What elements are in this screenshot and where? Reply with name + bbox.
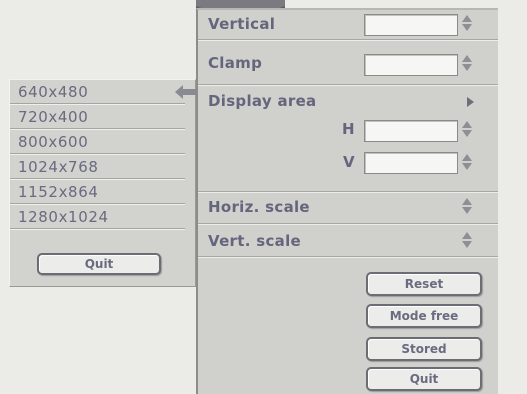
display-settings-panel: Vertical Clamp Display area H V Horiz. s… xyxy=(196,8,498,394)
quit-button[interactable]: Quit xyxy=(366,367,482,391)
resolution-item-label: 1152x864 xyxy=(18,183,99,201)
horiz-scale-spinner-icon[interactable] xyxy=(460,198,474,216)
vertical-field[interactable] xyxy=(364,14,458,36)
resolution-menu: 640x480 720x400 800x600 1024x768 1152x86… xyxy=(9,79,197,287)
resolution-item-label: 720x400 xyxy=(18,108,89,126)
stored-button[interactable]: Stored xyxy=(366,337,482,361)
resolution-item-label: 800x600 xyxy=(18,133,89,151)
vert-scale-row: Vert. scale xyxy=(198,223,498,257)
h-label: H xyxy=(342,120,355,138)
vertical-row: Vertical xyxy=(198,10,498,40)
clamp-field[interactable] xyxy=(364,54,458,76)
monitor-setup-screen: Vertical Clamp Display area H V Horiz. s… xyxy=(0,0,527,394)
resolution-item-1280x1024[interactable]: 1280x1024 xyxy=(10,205,185,229)
resolution-item-800x600[interactable]: 800x600 xyxy=(10,130,185,154)
resolution-item-label: 640x480 xyxy=(18,83,89,101)
resolution-item-720x400[interactable]: 720x400 xyxy=(10,105,185,129)
clamp-spinner-icon[interactable] xyxy=(460,55,474,73)
clamp-label: Clamp xyxy=(208,54,263,72)
resolution-item-1152x864[interactable]: 1152x864 xyxy=(10,180,185,204)
display-area-h-spinner-icon[interactable] xyxy=(460,121,474,139)
resolution-item-label: 1024x768 xyxy=(18,158,99,176)
vert-scale-label: Vert. scale xyxy=(208,232,302,250)
resolution-item-640x480[interactable]: 640x480 xyxy=(10,80,185,104)
resolution-item-label: 1280x1024 xyxy=(18,208,109,226)
horiz-scale-label: Horiz. scale xyxy=(208,198,310,216)
v-label: V xyxy=(343,153,355,171)
vert-scale-spinner-icon[interactable] xyxy=(460,232,474,250)
display-area-v-spinner-icon[interactable] xyxy=(460,154,474,172)
selected-arrow-icon xyxy=(175,85,197,99)
display-area-h-field[interactable] xyxy=(364,120,458,142)
clamp-row: Clamp xyxy=(198,39,498,85)
vertical-label: Vertical xyxy=(208,15,276,33)
submenu-arrow-icon[interactable] xyxy=(467,97,474,107)
resolution-item-1024x768[interactable]: 1024x768 xyxy=(10,155,185,179)
vertical-spinner-icon[interactable] xyxy=(460,15,474,33)
display-area-v-field[interactable] xyxy=(364,152,458,174)
horiz-scale-row: Horiz. scale xyxy=(198,191,498,224)
mode-free-button[interactable]: Mode free xyxy=(366,304,482,328)
reset-button[interactable]: Reset xyxy=(366,272,482,296)
resolution-quit-button[interactable]: Quit xyxy=(37,253,161,275)
display-area-row: Display area H V xyxy=(198,84,498,192)
display-area-label: Display area xyxy=(208,92,317,110)
